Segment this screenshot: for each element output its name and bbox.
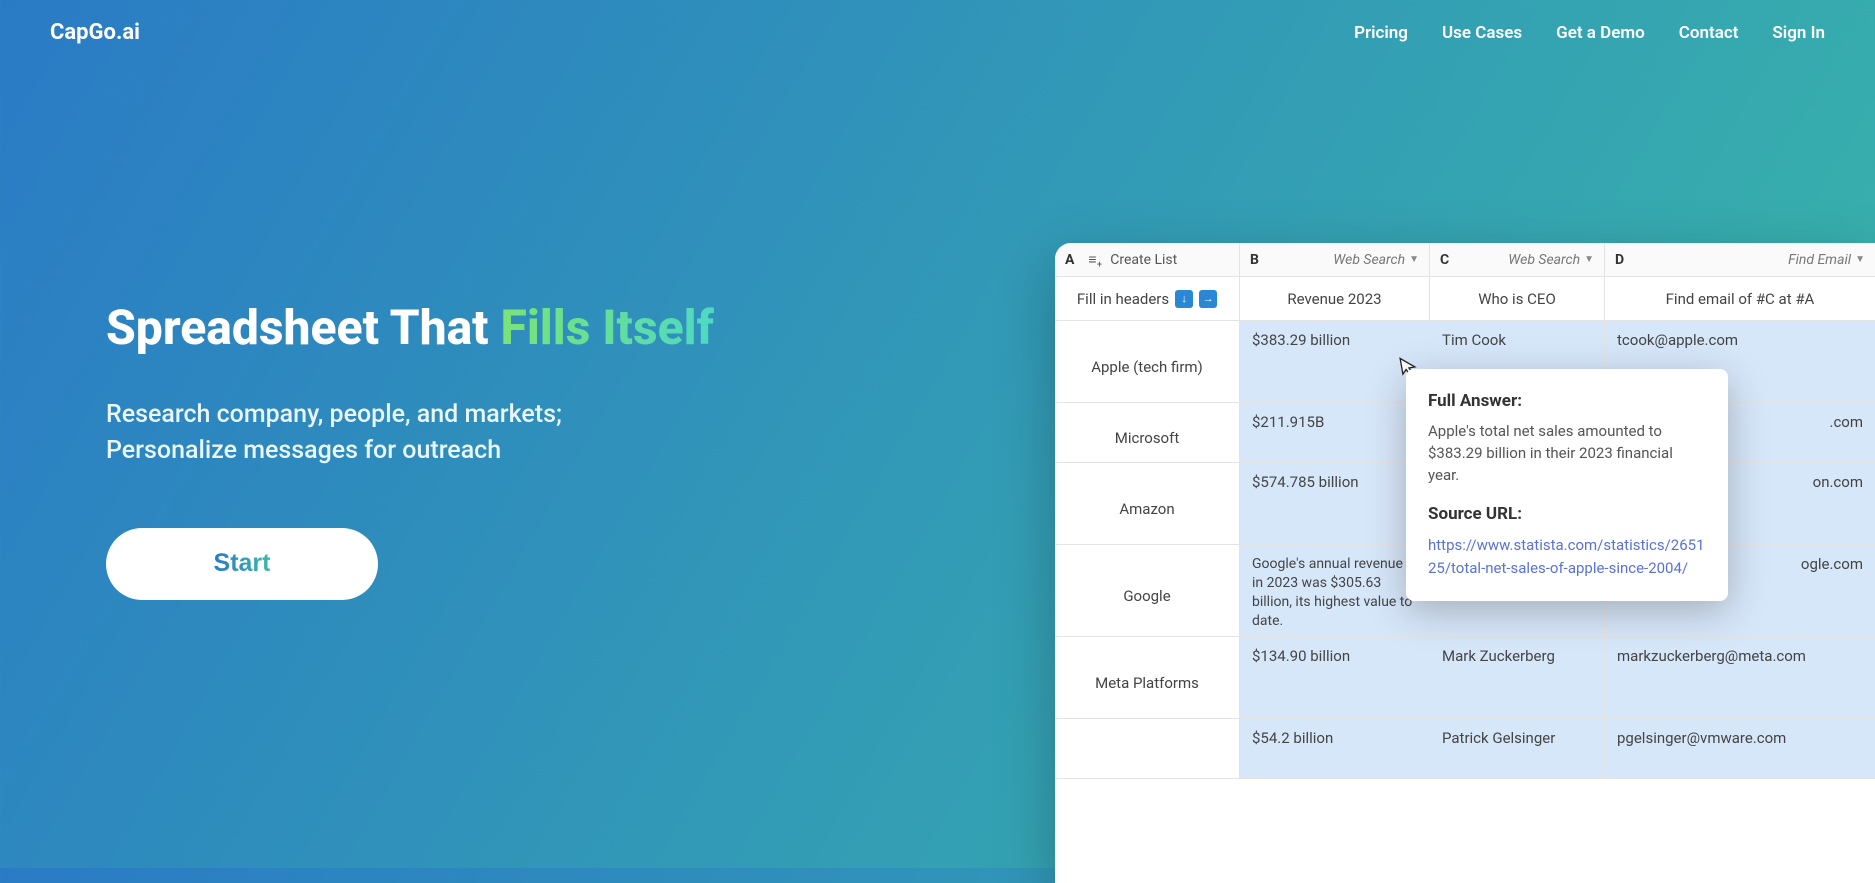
- arrow-down-icon[interactable]: ↓: [1175, 290, 1193, 308]
- cell-company[interactable]: Google: [1055, 545, 1240, 636]
- col-header-a[interactable]: A Create List: [1055, 243, 1240, 276]
- cell-revenue[interactable]: Google's annual revenue in 2023 was $305…: [1240, 545, 1430, 636]
- hero-title-lead: Spreadsheet That: [106, 299, 501, 356]
- nav-links: Pricing Use Cases Get a Demo Contact Sig…: [1354, 23, 1825, 43]
- col-letter-c: C: [1440, 252, 1449, 268]
- col-letter-d: D: [1615, 252, 1624, 268]
- cell-ceo[interactable]: Mark Zuckerberg: [1430, 637, 1605, 718]
- cell-email[interactable]: markzuckerberg@meta.com: [1605, 637, 1875, 718]
- cell-email[interactable]: pgelsinger@vmware.com: [1605, 719, 1875, 778]
- hero-sub-line2: Personalize messages for outreach: [106, 433, 714, 469]
- cell-company[interactable]: Meta Platforms: [1055, 637, 1240, 718]
- nav-use-cases[interactable]: Use Cases: [1442, 23, 1522, 43]
- header-cell-c[interactable]: Who is CEO: [1430, 277, 1605, 320]
- header-cell-b[interactable]: Revenue 2023: [1240, 277, 1430, 320]
- cell-revenue[interactable]: $211.915B: [1240, 403, 1430, 462]
- table-row: $54.2 billion Patrick Gelsinger pgelsing…: [1055, 719, 1875, 779]
- hero-title-accent: Fills Itself: [501, 299, 714, 356]
- cell-company[interactable]: Apple (tech firm): [1055, 321, 1240, 402]
- popup-answer-text: Apple's total net sales amounted to $383…: [1428, 421, 1706, 486]
- col-action-web-search-b[interactable]: Web Search ▼: [1333, 252, 1419, 268]
- col-header-b[interactable]: B Web Search ▼: [1240, 243, 1430, 276]
- cell-company[interactable]: [1055, 719, 1240, 778]
- col-letter-a: A: [1065, 252, 1074, 268]
- cell-company[interactable]: Amazon: [1055, 463, 1240, 544]
- col-action-create-list[interactable]: Create List: [1088, 251, 1177, 268]
- cell-revenue[interactable]: $574.785 billion: [1240, 463, 1430, 544]
- logo[interactable]: CapGo.ai: [50, 20, 140, 45]
- cell-company[interactable]: Microsoft: [1055, 403, 1240, 462]
- cell-revenue[interactable]: $134.90 billion: [1240, 637, 1430, 718]
- nav-contact[interactable]: Contact: [1679, 23, 1739, 43]
- popup-heading-answer: Full Answer:: [1428, 391, 1706, 411]
- fill-headers-label: Fill in headers: [1077, 290, 1169, 308]
- nav-get-demo[interactable]: Get a Demo: [1556, 23, 1645, 43]
- header-cell-d[interactable]: Find email of #C at #A: [1605, 277, 1875, 320]
- cell-ceo[interactable]: Patrick Gelsinger: [1430, 719, 1605, 778]
- cell-revenue[interactable]: $54.2 billion: [1240, 719, 1430, 778]
- col-letter-b: B: [1250, 252, 1259, 268]
- nav-signin[interactable]: Sign In: [1772, 23, 1825, 43]
- col-action-find-email[interactable]: Find Email ▼: [1788, 252, 1865, 268]
- start-button-label: Start: [214, 549, 271, 578]
- nav-pricing[interactable]: Pricing: [1354, 23, 1408, 43]
- popup-heading-source: Source URL:: [1428, 504, 1706, 524]
- chevron-down-icon: ▼: [1584, 254, 1594, 265]
- chevron-down-icon: ▼: [1855, 254, 1865, 265]
- col-header-d[interactable]: D Find Email ▼: [1605, 243, 1875, 276]
- spreadsheet-preview: A Create List B Web Search ▼ C Web Searc…: [1055, 243, 1875, 883]
- hero-sub-line1: Research company, people, and markets;: [106, 397, 714, 433]
- hero-title: Spreadsheet That Fills Itself: [106, 300, 714, 355]
- hero-subtitle: Research company, people, and markets; P…: [106, 397, 714, 470]
- start-button[interactable]: Start: [106, 528, 378, 600]
- col-action-web-search-c[interactable]: Web Search ▼: [1508, 252, 1594, 268]
- answer-popup: Full Answer: Apple's total net sales amo…: [1406, 369, 1728, 601]
- col-header-c[interactable]: C Web Search ▼: [1430, 243, 1605, 276]
- chevron-down-icon: ▼: [1409, 254, 1419, 265]
- table-row: Meta Platforms $134.90 billion Mark Zuck…: [1055, 637, 1875, 719]
- header-cell-a[interactable]: Fill in headers ↓ →: [1055, 277, 1240, 320]
- popup-source-url[interactable]: https://www.statista.com/statistics/2651…: [1428, 534, 1706, 579]
- create-list-icon: [1088, 251, 1106, 268]
- arrow-right-icon[interactable]: →: [1199, 290, 1217, 308]
